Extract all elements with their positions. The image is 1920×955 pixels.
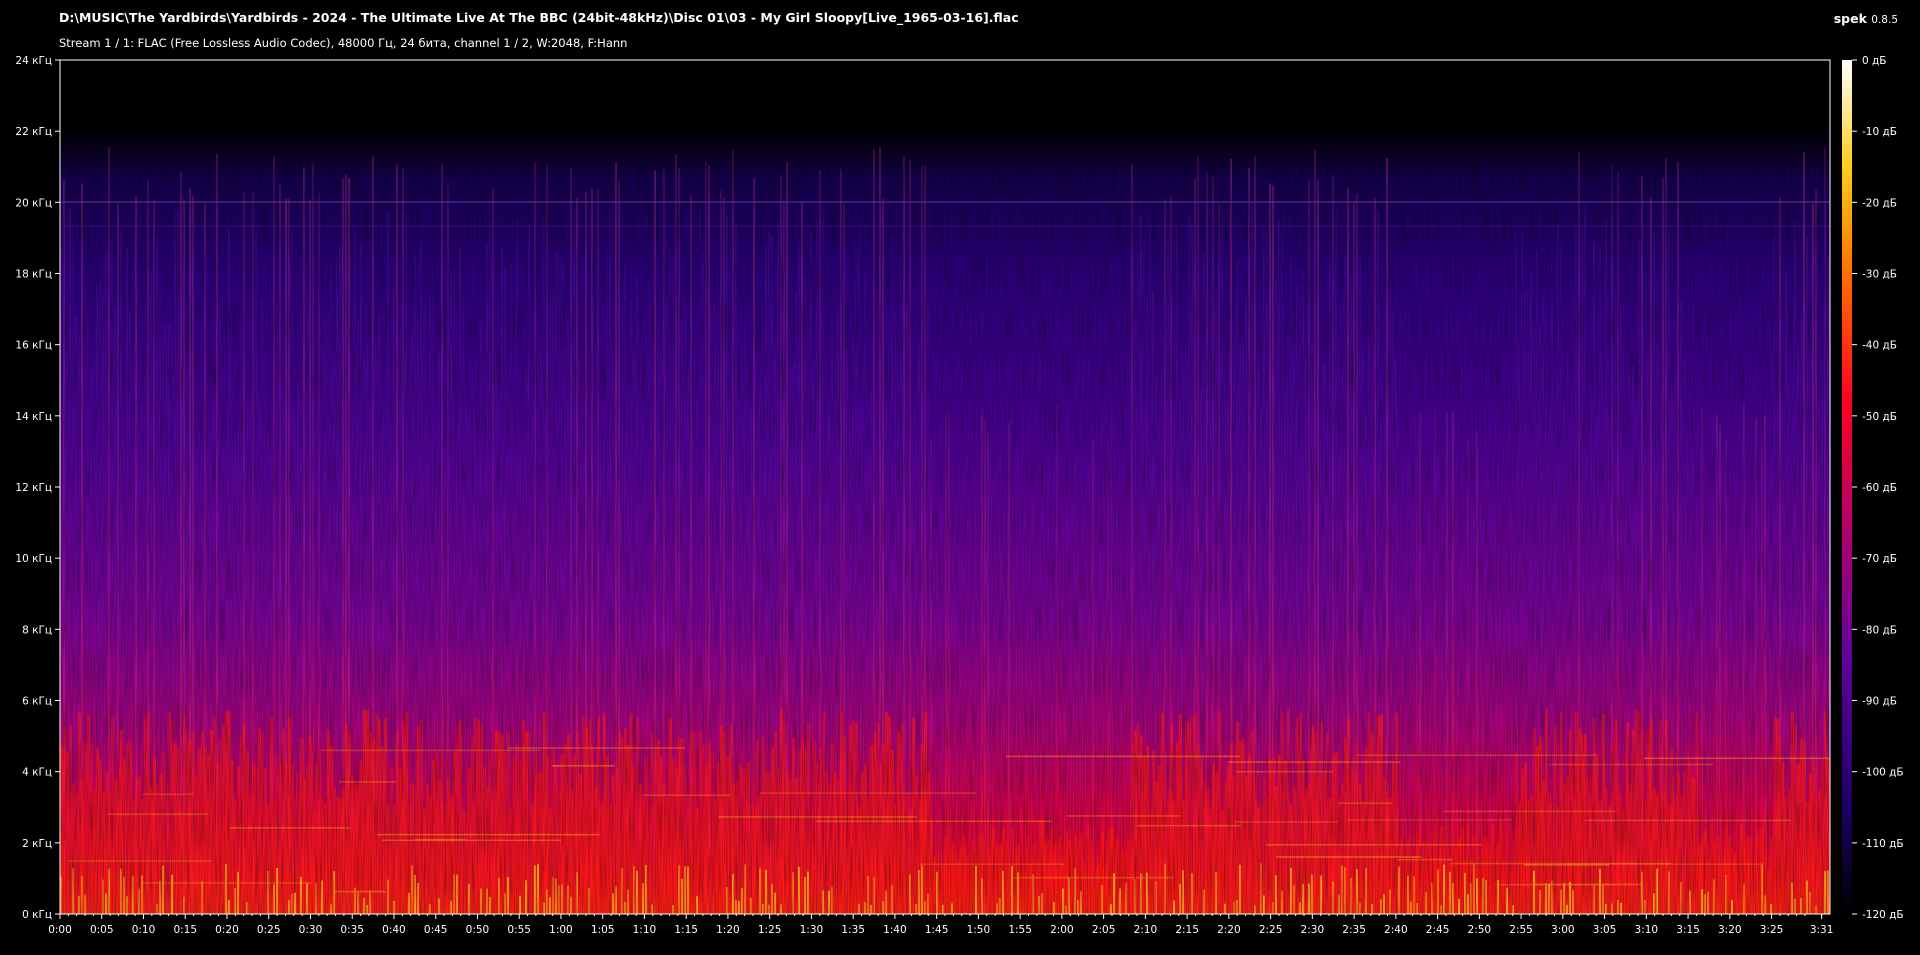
x-tick-label: 1:00 (549, 924, 573, 936)
spectrogram-chart: 0 кГц 2 кГц 4 кГц 6 кГц 8 кГц 10 кГц 12 кГц 14 … (15, 55, 1904, 936)
x-tick-label: 2:00 (1050, 924, 1074, 936)
x-tick-label: 0:45 (424, 924, 448, 936)
x-tick-label: 2:55 (1509, 924, 1533, 936)
y-tick-label: 0 кГц (22, 909, 52, 921)
x-tick-label: 3:00 (1551, 924, 1575, 936)
x-tick-label: 2:20 (1217, 924, 1241, 936)
y-tick-label: 6 кГц (22, 696, 52, 708)
x-tick-label: 0:25 (257, 924, 281, 936)
x-tick-label: 0:20 (215, 924, 239, 936)
colorbar-tick-label: -110 дБ (1862, 838, 1904, 850)
x-tick-label: 0:00 (48, 924, 72, 936)
colorbar-tick-label: -10 дБ (1862, 126, 1897, 138)
y-tick-label: 8 кГц (22, 624, 52, 636)
colorbar-tick-label: -60 дБ (1862, 482, 1897, 494)
x-tick-label: 1:40 (883, 924, 907, 936)
noise-overlay (60, 60, 1830, 914)
y-tick-label: 16 кГц (15, 340, 52, 352)
x-tick-label: 0:55 (507, 924, 531, 936)
colorbar-tick-label: -40 дБ (1862, 340, 1897, 352)
x-tick-label: 0:10 (132, 924, 156, 936)
x-tick-label: 2:35 (1342, 924, 1366, 936)
x-tick-label: 1:25 (758, 924, 782, 936)
x-tick-label: 3:25 (1760, 924, 1784, 936)
x-tick-label: 2:50 (1468, 924, 1492, 936)
x-tick-label: 2:15 (1175, 924, 1199, 936)
x-tick-label: 0:40 (382, 924, 406, 936)
x-tick-label: 0:30 (299, 924, 323, 936)
x-tick-label: 3:20 (1718, 924, 1742, 936)
y-tick-label: 10 кГц (15, 553, 52, 565)
y-tick-label: 14 кГц (15, 411, 52, 423)
x-tick-label: 2:40 (1384, 924, 1408, 936)
y-tick-label: 18 кГц (15, 269, 52, 281)
colorbar-tick-label: -100 дБ (1862, 767, 1904, 779)
x-tick-label: 1:35 (841, 924, 865, 936)
colorbar-tick-label: -80 дБ (1862, 624, 1897, 636)
x-tick-label: 2:10 (1134, 924, 1158, 936)
colorbar-tick-label: -70 дБ (1862, 553, 1897, 565)
x-tick-label: 0:35 (340, 924, 364, 936)
colorbar-tick-label: 0 дБ (1862, 55, 1886, 67)
x-tick-label: 2:25 (1259, 924, 1283, 936)
x-tick-label: 2:45 (1426, 924, 1450, 936)
colorbar (1842, 60, 1852, 914)
x-tick-label: 0:05 (90, 924, 114, 936)
colorbar-tick-label: -50 дБ (1862, 411, 1897, 423)
x-tick-label: 3:10 (1635, 924, 1659, 936)
y-tick-label: 22 кГц (15, 126, 52, 138)
x-tick-label: 2:30 (1301, 924, 1325, 936)
x-tick-label: 1:30 (800, 924, 824, 936)
colorbar-axis: 0 дБ -10 дБ -20 дБ -30 дБ -40 дБ -50 дБ -60 дБ… (1852, 55, 1904, 921)
x-tick-label: 1:10 (633, 924, 657, 936)
y-tick-label: 20 кГц (15, 197, 52, 209)
x-tick-label: 3:15 (1676, 924, 1700, 936)
colorbar-tick-label: -120 дБ (1862, 909, 1904, 921)
colorbar-tick-label: -90 дБ (1862, 696, 1897, 708)
y-tick-label: 12 кГц (15, 482, 52, 494)
frequency-axis: 0 кГц 2 кГц 4 кГц 6 кГц 8 кГц 10 кГц 12 кГц 14 … (15, 55, 60, 921)
x-tick-label: 1:50 (967, 924, 991, 936)
x-tick-label: 1:05 (591, 924, 615, 936)
colorbar-tick-label: -30 дБ (1862, 269, 1897, 281)
time-axis: 0:00 0:05 0:10 0:15 0:20 0:25 0:30 0:35 0:40 0:45… (48, 914, 1833, 936)
x-tick-label: 1:55 (1008, 924, 1032, 936)
x-tick-label: 1:15 (674, 924, 698, 936)
x-tick-label: 2:05 (1092, 924, 1116, 936)
y-tick-label: 4 кГц (22, 767, 52, 779)
x-tick-label: 0:15 (173, 924, 197, 936)
colorbar-tick-label: -20 дБ (1862, 197, 1897, 209)
x-tick-label: 3:05 (1593, 924, 1617, 936)
x-tick-label: 0:50 (466, 924, 490, 936)
y-tick-label: 24 кГц (15, 55, 52, 67)
spek-window: D:\MUSIC\The Yardbirds\Yardbirds - 2024 … (0, 0, 1920, 955)
x-tick-label: 1:20 (716, 924, 740, 936)
x-tick-label: 3:31 (1810, 924, 1834, 936)
x-tick-label: 1:45 (925, 924, 949, 936)
y-tick-label: 2 кГц (22, 838, 52, 850)
